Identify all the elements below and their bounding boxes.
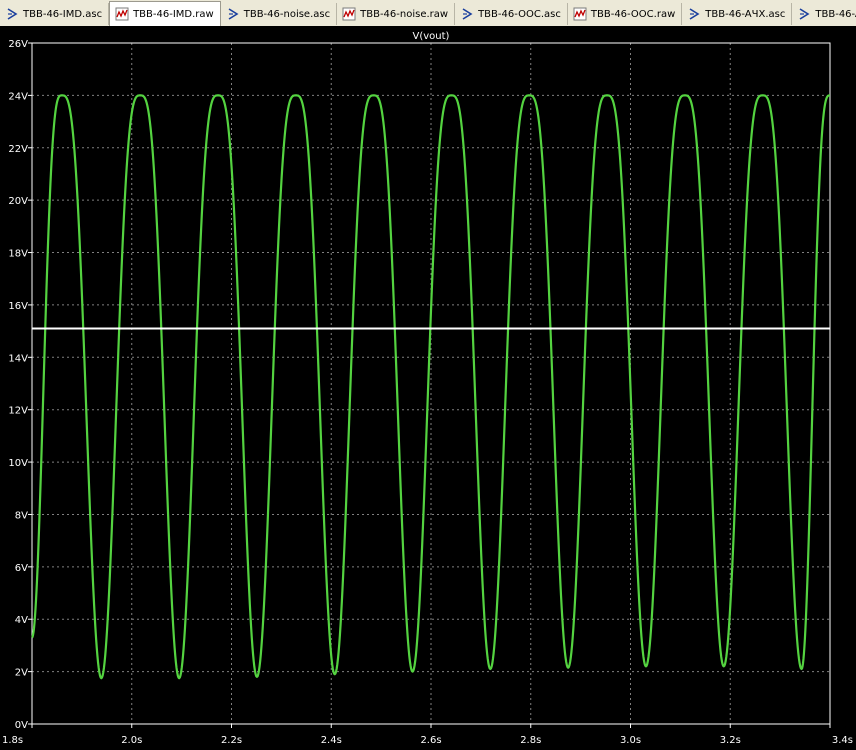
y-tick-label: 4V (15, 615, 28, 626)
tab-5[interactable]: TBB-46-OOC.asc (455, 3, 568, 25)
schematic-icon (462, 8, 473, 20)
y-tick-label: 16V (8, 301, 28, 312)
tab-label: TBB-46-IMD.asc (23, 8, 103, 20)
y-tick-label: 2V (15, 668, 28, 679)
tab-1[interactable]: TBB-46-IMD.asc (0, 3, 110, 25)
tab-label: TBB-46-noise.asc (243, 8, 331, 20)
document-tab-bar: TBB-46-IMD.asc TBB-46-IMD.raw TBB-46-noise… (0, 0, 856, 27)
x-tick-label: 2.8s (520, 735, 541, 746)
tab-2[interactable]: TBB-46-IMD.raw (109, 1, 221, 26)
waveform-viewer[interactable]: 0V 2V 4V 6V 8V 10V 12V 14V 16V 18V 20V 22V 24V 26V 1.… (0, 26, 856, 750)
x-tick-label: 2.4s (321, 735, 342, 746)
tab-8[interactable]: TBB-46-AЧХ.a (792, 3, 856, 25)
waveform-plot[interactable]: 0V 2V 4V 6V 8V 10V 12V 14V 16V 18V 20V 22V 24V 26V 1.… (0, 26, 856, 750)
tab-3[interactable]: TBB-46-noise.asc (221, 3, 338, 25)
y-tick-label: 6V (15, 563, 28, 574)
x-tick-label: 3.4s (832, 735, 853, 746)
y-tick-label: 0V (15, 720, 28, 731)
waveform-icon (573, 7, 587, 21)
schematic-icon (799, 8, 810, 20)
tab-4[interactable]: TBB-46-noise.raw (337, 3, 456, 25)
tab-label: TBB-46-AЧХ.a (815, 8, 856, 20)
x-axis: 1.8s 2.0s 2.2s 2.4s 2.6s 2.8s 3.0s 3.2s 3.4s (2, 724, 853, 746)
y-tick-label: 20V (8, 196, 28, 207)
x-tick-label: 1.8s (2, 735, 23, 746)
y-tick-label: 12V (8, 406, 28, 417)
y-tick-label: 14V (8, 353, 28, 364)
y-axis: 0V 2V 4V 6V 8V 10V 12V 14V 16V 18V 20V 22V 24V 26V (8, 39, 32, 731)
schematic-icon (689, 8, 700, 20)
y-tick-label: 26V (8, 39, 28, 50)
x-tick-label: 2.0s (121, 735, 142, 746)
tab-label: TBB-46-noise.raw (360, 8, 449, 20)
y-tick-label: 10V (8, 458, 28, 469)
x-tick-label: 3.0s (620, 735, 641, 746)
y-tick-label: 18V (8, 249, 28, 260)
waveform-icon (115, 7, 129, 21)
waveform-icon (342, 7, 356, 21)
x-tick-label: 2.2s (221, 735, 242, 746)
trace-title[interactable]: V(vout) (413, 31, 450, 42)
schematic-icon (228, 8, 239, 20)
x-tick-label: 3.2s (720, 735, 741, 746)
tab-label: TBB-46-IMD.raw (133, 8, 214, 20)
y-tick-label: 8V (15, 510, 28, 521)
schematic-icon (7, 8, 18, 20)
tab-6[interactable]: TBB-46-OOC.raw (568, 3, 683, 25)
tab-label: TBB-46-OOC.asc (478, 8, 561, 20)
tab-label: TBB-46-OOC.raw (590, 8, 676, 20)
y-tick-label: 22V (8, 144, 28, 155)
tab-7[interactable]: TBB-46-AЧХ.asc (682, 3, 793, 25)
trace-vout[interactable] (31, 94, 831, 680)
tab-label: TBB-46-AЧХ.asc (705, 8, 786, 20)
y-tick-label: 24V (8, 91, 28, 102)
x-tick-label: 2.6s (420, 735, 441, 746)
